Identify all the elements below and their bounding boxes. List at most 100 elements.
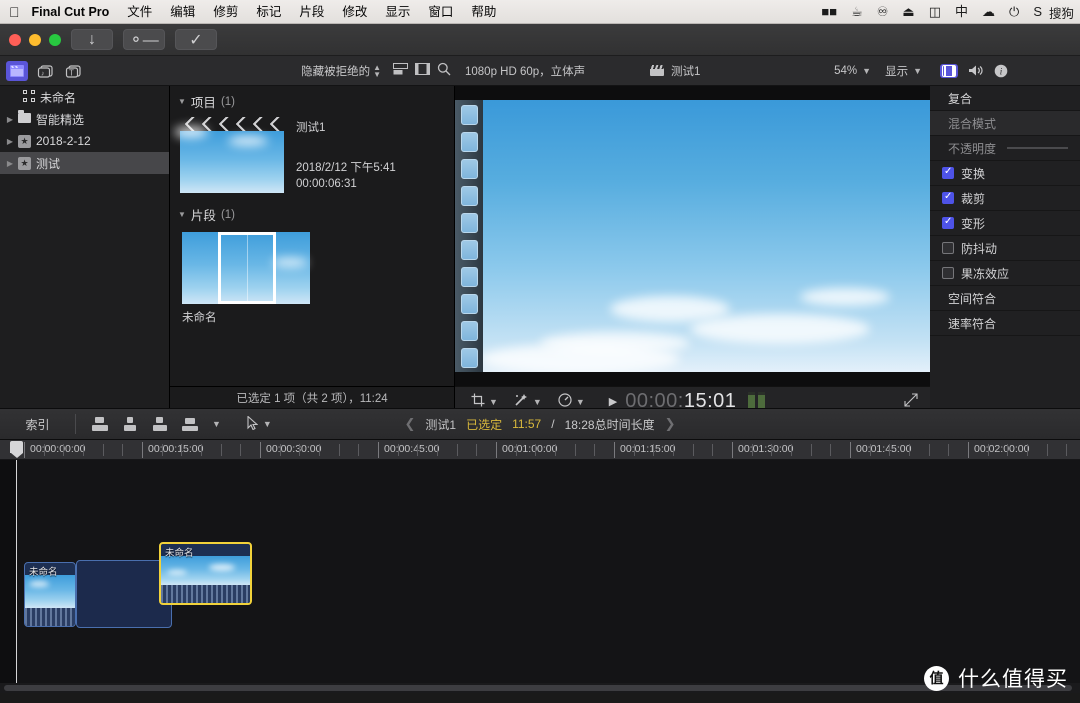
close-window-button[interactable] <box>9 33 21 46</box>
inspector-row-stabilization[interactable]: 防抖动 <box>930 236 1080 261</box>
menu-item-modify[interactable]: 修改 <box>333 0 376 24</box>
select-arrow-tool-icon[interactable] <box>247 414 259 433</box>
chevron-down-icon[interactable]: ▼ <box>576 397 585 407</box>
overwrite-edit-icon[interactable] <box>152 417 168 431</box>
inspector-row-compositing[interactable]: 复合 <box>930 86 1080 111</box>
distort-checkbox[interactable] <box>942 216 954 229</box>
transform-checkbox[interactable] <box>942 166 954 179</box>
input-source-icon[interactable]: 中 <box>948 0 975 24</box>
timeline-clip[interactable]: 未命名 <box>159 542 252 605</box>
chevron-down-icon[interactable]: ▼ <box>862 66 871 76</box>
coffee-cup-icon[interactable]: ☕ <box>844 0 870 24</box>
menu-app-name[interactable]: Final Cut Pro <box>30 0 119 24</box>
disclosure-triangle-icon[interactable]: ▶ <box>4 115 16 124</box>
disclosure-triangle-icon[interactable]: ▶ <box>4 159 16 168</box>
sidebar-item-event-2018-2-12[interactable]: ▶ ★ 2018-2-12 <box>0 130 169 152</box>
disclosure-triangle-icon[interactable]: ▼ <box>178 97 186 106</box>
chevron-down-icon[interactable]: ▼ <box>533 397 542 407</box>
info-inspector-icon[interactable]: i <box>994 64 1008 78</box>
timeline-canvas[interactable]: 未命名 未命名 <box>0 460 1080 693</box>
inspector-row-rolling-shutter[interactable]: 果冻效应 <box>930 261 1080 286</box>
inspector-row-distort[interactable]: 变形 <box>930 211 1080 236</box>
menu-item-view[interactable]: 显示 <box>376 0 419 24</box>
disclosure-triangle-icon[interactable]: ▶ <box>4 137 16 146</box>
browser-section-clips-header[interactable]: ▼ 片段 (1) <box>170 199 454 228</box>
video-inspector-icon[interactable] <box>940 63 958 78</box>
media-browser-icon[interactable] <box>6 60 28 81</box>
chevron-down-icon[interactable]: ▼ <box>913 66 922 76</box>
menu-item-edit[interactable]: 编辑 <box>161 0 204 24</box>
timeline-ruler[interactable]: 00:00:00:00 00:00:15:00 00:00:30:00 00:0… <box>0 440 1080 460</box>
creative-cloud-icon[interactable]: ♾ <box>870 0 896 24</box>
wifi-icon[interactable]: ☁ <box>975 0 1002 24</box>
list-view-icon[interactable] <box>389 63 411 78</box>
chevron-down-icon[interactable]: ▼ <box>212 419 221 429</box>
inspector-row-transform[interactable]: 变换 <box>930 161 1080 186</box>
audio-effects-icon[interactable]: ♪ <box>34 61 56 81</box>
inspector-row-rate-conform[interactable]: 速率符合 <box>930 311 1080 336</box>
browser-section-projects-header[interactable]: ▼ 项目 (1) <box>170 86 454 115</box>
rolling-shutter-checkbox[interactable] <box>942 267 954 279</box>
clip-selection-range[interactable] <box>218 232 276 304</box>
timeline-tool-popup[interactable]: ▼ <box>247 414 272 433</box>
inspector-row-crop[interactable]: 裁剪 <box>930 186 1080 211</box>
timeline-horizontal-scrollbar[interactable] <box>0 683 1080 693</box>
maximize-window-button[interactable] <box>49 33 61 46</box>
inspector-row-spatial-conform[interactable]: 空间符合 <box>930 286 1080 311</box>
search-icon[interactable] <box>433 62 455 79</box>
menu-item-window[interactable]: 窗口 <box>419 0 462 24</box>
chevron-left-icon[interactable]: ❮ <box>404 416 415 432</box>
chevron-down-icon[interactable]: ▼ <box>263 419 272 429</box>
inspector-row-opacity[interactable]: 不透明度 <box>930 136 1080 161</box>
eject-icon[interactable]: ⏏ <box>895 0 921 24</box>
browser-clip-item[interactable] <box>170 228 454 304</box>
layers-icon[interactable]: ◫ <box>922 0 948 24</box>
battery-charging-icon[interactable]: ⏻ <box>1002 0 1026 24</box>
keywords-button[interactable]: ⚬— <box>123 29 165 50</box>
timeline-clip[interactable]: 未命名 <box>24 562 76 627</box>
chevron-down-icon[interactable]: ▼ <box>489 397 498 407</box>
inspector-row-blend-mode[interactable]: 混合模式 <box>930 111 1080 136</box>
background-tasks-button[interactable]: ✓ <box>175 29 217 50</box>
menu-item-help[interactable]: 帮助 <box>462 0 505 24</box>
viewer-panel[interactable] <box>455 86 930 386</box>
bookmark-icon[interactable]: ■■ <box>814 0 844 24</box>
menu-item-file[interactable]: 文件 <box>118 0 161 24</box>
insert-edit-icon[interactable] <box>122 417 138 431</box>
menu-item-mark[interactable]: 标记 <box>247 0 290 24</box>
clip-thumbnail-image[interactable] <box>182 232 310 304</box>
chevron-right-icon[interactable]: ❯ <box>665 416 676 432</box>
stabilization-checkbox[interactable] <box>942 242 954 254</box>
sidebar-item-library-untitled[interactable]: 未命名 <box>0 86 169 108</box>
timeline-index-button[interactable]: 索引 <box>0 416 75 433</box>
audio-inspector-icon[interactable] <box>968 64 984 77</box>
apple-logo-icon[interactable]:  <box>9 5 20 19</box>
viewer-display-popup[interactable]: 显示 ▼ <box>885 63 922 79</box>
browser-filter-popup[interactable]: 隐藏被拒绝的 ▲ ▼ <box>301 63 381 79</box>
viewer-project-indicator[interactable]: 测试1 <box>650 63 700 79</box>
sogou-icon[interactable]: S <box>1026 0 1049 24</box>
import-media-button[interactable]: ↓ <box>71 29 113 50</box>
connect-edit-icon[interactable] <box>182 417 198 431</box>
play-icon[interactable]: ▶ <box>609 395 617 408</box>
filmstrip-view-icon[interactable] <box>411 63 433 78</box>
minimize-window-button[interactable] <box>29 33 41 46</box>
crop-checkbox[interactable] <box>942 191 954 204</box>
menu-item-trim[interactable]: 修剪 <box>204 0 247 24</box>
chevron-updown-icon[interactable]: ▲ ▼ <box>373 63 381 78</box>
titles-generators-icon[interactable]: T <box>62 61 84 81</box>
viewer-zoom-popup[interactable]: 54% ▼ <box>834 65 871 77</box>
sidebar-item-event-ceshi[interactable]: ▶ ★ 测试 <box>0 152 169 174</box>
append-edit-icon[interactable] <box>92 417 108 431</box>
menu-item-clip[interactable]: 片段 <box>290 0 333 24</box>
opacity-slider[interactable] <box>1007 147 1068 149</box>
browser-project-item[interactable]: 测试1 2018/2/12 下午5:41 00:00:06:31 <box>170 115 454 193</box>
inspector-panel[interactable]: 复合 混合模式 不透明度 变换 裁剪 变形 防抖动 果冻效应 <box>930 86 1080 408</box>
sidebar-item-smart-collections[interactable]: ▶ 智能精选 <box>0 108 169 130</box>
menubar-status-text[interactable]: 搜狗 <box>1049 3 1080 22</box>
browser-panel[interactable]: ▼ 项目 (1) 测试1 2018/2/12 下午5:41 00:00:06:3… <box>170 86 455 386</box>
timeline-clip[interactable] <box>76 560 172 628</box>
scrollbar-thumb[interactable] <box>4 685 1072 691</box>
library-sidebar[interactable]: 未命名 ▶ 智能精选 ▶ ★ 2018-2-12 ▶ ★ 测试 <box>0 86 170 408</box>
disclosure-triangle-icon[interactable]: ▼ <box>178 210 186 219</box>
